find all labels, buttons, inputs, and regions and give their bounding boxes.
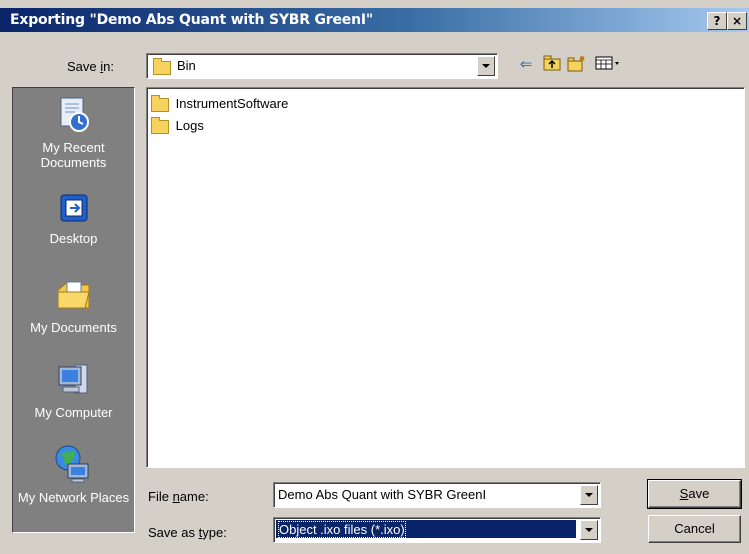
new-folder-icon[interactable] bbox=[566, 55, 588, 75]
place-label: My Recent Documents bbox=[40, 140, 107, 170]
place-my-documents[interactable]: My Documents bbox=[13, 276, 134, 335]
place-desktop[interactable]: Desktop bbox=[13, 191, 134, 246]
network-places-icon bbox=[13, 444, 134, 487]
up-folder-icon[interactable] bbox=[541, 55, 563, 75]
folder-icon bbox=[151, 116, 172, 134]
place-my-computer[interactable]: My Computer bbox=[13, 361, 134, 420]
recent-documents-icon bbox=[13, 96, 134, 137]
place-label: My Network Places bbox=[17, 490, 130, 505]
save-in-dropdown[interactable]: Bin bbox=[146, 53, 498, 79]
folder-icon bbox=[151, 94, 172, 112]
back-icon[interactable]: ⇐ bbox=[515, 55, 537, 75]
file-name-value: Demo Abs Quant with SYBR GreenI bbox=[278, 487, 487, 502]
views-menu-icon[interactable] bbox=[593, 55, 623, 75]
chevron-down-icon[interactable] bbox=[580, 520, 598, 540]
window-title: Exporting "Demo Abs Quant with SYBR Gree… bbox=[10, 12, 373, 28]
place-recent-documents[interactable]: My Recent Documents bbox=[13, 96, 134, 170]
save-dialog: Exporting "Demo Abs Quant with SYBR Gree… bbox=[0, 0, 749, 554]
save-in-label: Save in: bbox=[67, 59, 114, 74]
file-name: InstrumentSoftware bbox=[175, 96, 289, 111]
my-documents-icon bbox=[13, 276, 134, 317]
close-button[interactable]: × bbox=[727, 12, 747, 30]
place-label: My Documents bbox=[30, 320, 117, 335]
chevron-down-icon[interactable] bbox=[477, 56, 495, 76]
places-bar: My Recent Documents Desktop My Documents… bbox=[12, 87, 135, 533]
file-list[interactable]: InstrumentSoftware Logs bbox=[146, 87, 745, 468]
save-in-value: Bin bbox=[177, 58, 196, 73]
folder-icon bbox=[153, 57, 171, 77]
list-item[interactable]: InstrumentSoftware bbox=[151, 94, 289, 112]
desktop-icon bbox=[13, 191, 134, 228]
title-bar[interactable]: Exporting "Demo Abs Quant with SYBR Gree… bbox=[0, 8, 749, 32]
save-as-type-dropdown[interactable]: Object .ixo files (*.ixo) bbox=[273, 517, 601, 543]
file-name-label: File name: bbox=[148, 489, 209, 504]
my-computer-icon bbox=[13, 361, 134, 402]
list-item[interactable]: Logs bbox=[151, 116, 204, 134]
cancel-button[interactable]: Cancel bbox=[648, 515, 741, 543]
place-network-places[interactable]: My Network Places bbox=[13, 444, 134, 505]
help-button[interactable]: ? bbox=[707, 12, 727, 30]
save-as-type-label: Save as type: bbox=[148, 525, 227, 540]
save-as-type-value: Object .ixo files (*.ixo) bbox=[278, 521, 406, 538]
file-name-input[interactable]: Demo Abs Quant with SYBR GreenI bbox=[273, 482, 601, 508]
place-label: My Computer bbox=[34, 405, 113, 420]
file-name: Logs bbox=[175, 118, 204, 133]
save-button[interactable]: Save bbox=[647, 479, 742, 509]
place-label: Desktop bbox=[49, 231, 98, 246]
chevron-down-icon[interactable] bbox=[580, 485, 598, 505]
